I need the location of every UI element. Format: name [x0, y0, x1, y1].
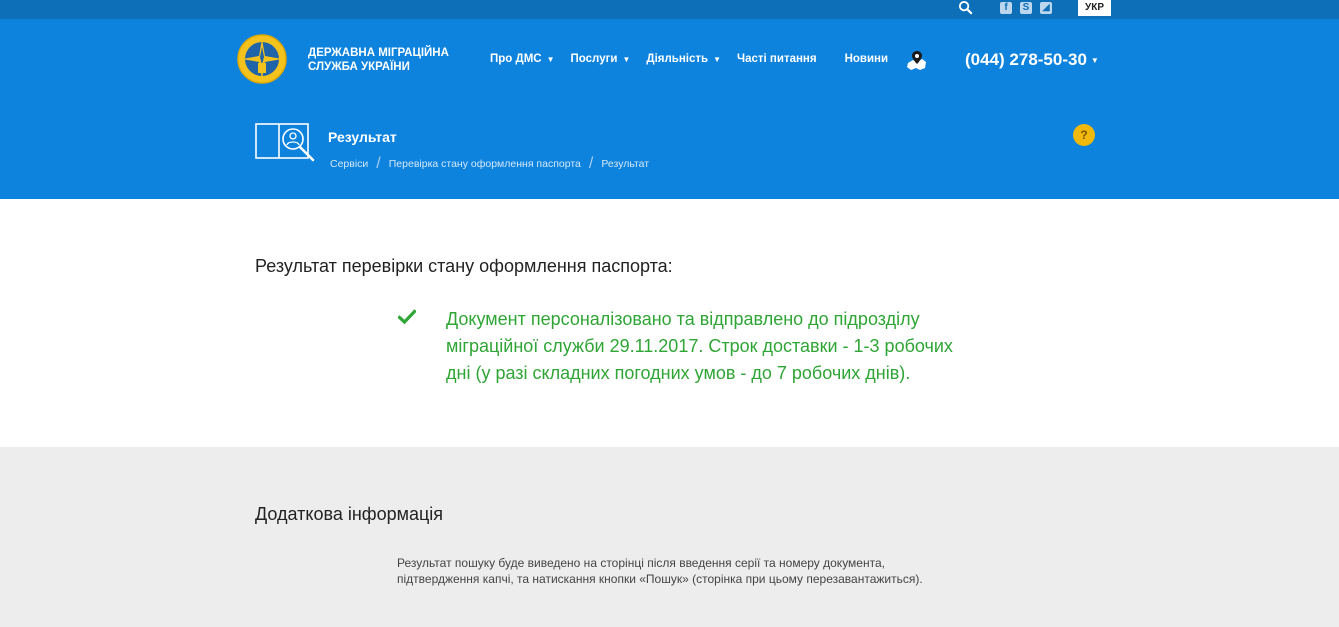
map-location-icon[interactable] — [905, 49, 929, 73]
nav-item-label: Діяльність — [646, 53, 709, 65]
top-bar: f S ◢ УКР — [0, 0, 1339, 19]
organization-name-line-2: СЛУЖБА УКРАЇНИ — [308, 61, 410, 73]
main-nav: Про ДМС ▼ Послуги ▼ Діяльність ▼ Часті п… — [490, 53, 904, 65]
chevron-down-icon: ▼ — [713, 54, 722, 64]
nav-item-label: Часті питання — [737, 53, 817, 65]
nav-item-faq[interactable]: Часті питання — [737, 53, 817, 65]
nav-item-label: Новини — [844, 53, 889, 65]
organization-name-line-1: ДЕРЖАВНА МІГРАЦІЙНА — [308, 47, 449, 59]
chevron-down-icon: ▼ — [1090, 55, 1099, 65]
nav-item-activity[interactable]: Діяльність ▼ — [646, 53, 721, 65]
breadcrumb-separator: / — [376, 155, 381, 172]
nav-item-label: Про ДМС — [490, 53, 542, 65]
nav-item-services[interactable]: Послуги ▼ — [571, 53, 631, 65]
facebook-icon[interactable]: f — [1000, 2, 1012, 14]
additional-info-text: Результат пошуку буде виведено на сторін… — [397, 556, 923, 586]
site-header: ДЕРЖАВНА МІГРАЦІЙНА СЛУЖБА УКРАЇНИ Про Д… — [0, 19, 1339, 199]
page-title: Результат — [328, 129, 397, 145]
search-icon[interactable] — [958, 0, 973, 15]
result-section: Результат перевірки стану оформлення пас… — [0, 199, 1339, 447]
phone-number[interactable]: (044) 278-50-30 ▼ — [965, 50, 1099, 70]
result-message: Документ персоналізовано та відправлено … — [446, 309, 953, 383]
phone-number-label: (044) 278-50-30 — [965, 50, 1087, 69]
chevron-down-icon: ▼ — [546, 54, 555, 64]
organization-name[interactable]: ДЕРЖАВНА МІГРАЦІЙНА СЛУЖБА УКРАЇНИ — [308, 46, 468, 74]
rss-icon[interactable]: ◢ — [1040, 2, 1052, 14]
breadcrumb-separator: / — [588, 155, 594, 172]
checkmark-icon — [398, 309, 416, 325]
breadcrumb-item-passport-check[interactable]: Перевірка стану оформлення паспорта — [389, 158, 581, 170]
passport-check-icon — [255, 123, 315, 162]
nav-item-label: Послуги — [570, 53, 618, 65]
additional-info-section: Додаткова інформація Результат пошуку бу… — [0, 447, 1339, 627]
language-switch[interactable]: УКР — [1078, 0, 1111, 16]
breadcrumb-item-services[interactable]: Сервіси — [330, 158, 368, 170]
chevron-down-icon: ▼ — [622, 54, 631, 64]
additional-info-heading: Додаткова інформація — [255, 504, 444, 524]
nav-item-news[interactable]: Новини — [845, 53, 888, 65]
nav-item-about[interactable]: Про ДМС ▼ — [490, 53, 555, 65]
skype-icon[interactable]: S — [1020, 2, 1032, 14]
breadcrumb-item-result: Результат — [601, 158, 650, 170]
result-heading: Результат перевірки стану оформлення пас… — [255, 256, 673, 276]
emblem-logo[interactable] — [236, 33, 288, 85]
breadcrumb: Сервіси / Перевірка стану оформлення пас… — [330, 155, 650, 172]
help-icon[interactable]: ? — [1073, 124, 1095, 146]
